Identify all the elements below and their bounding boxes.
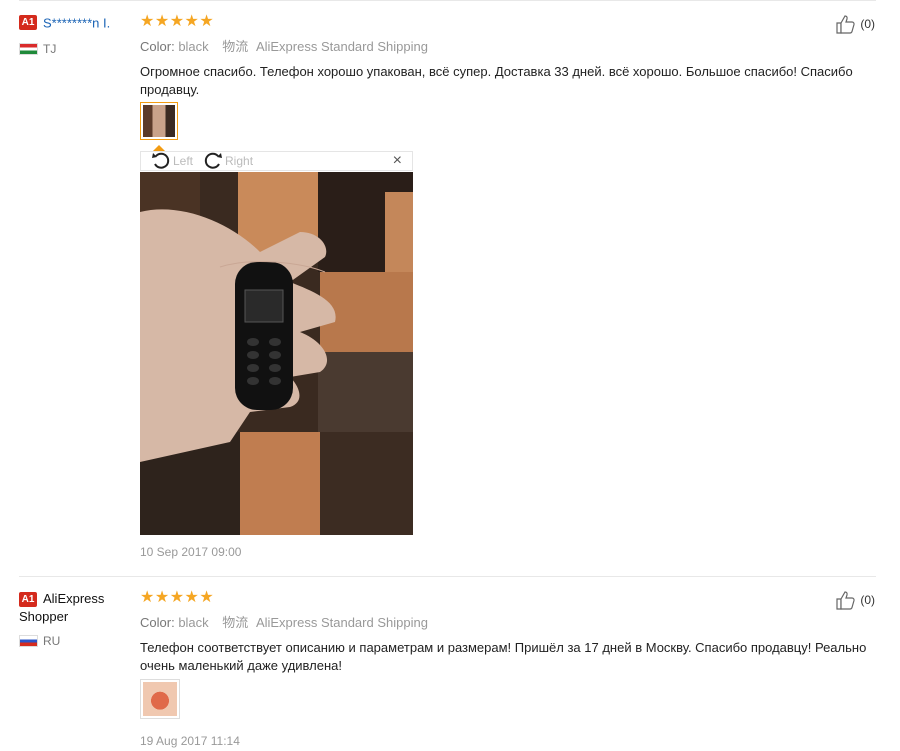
review-text: Телефон соответствует описанию и парамет… <box>140 640 867 673</box>
rotate-left-button[interactable]: Left <box>151 152 193 170</box>
reviewer-info: A1 S********n I. TJ <box>19 14 134 56</box>
shipping-method: AliExpress Standard Shipping <box>255 39 428 54</box>
rotate-left-icon <box>152 152 170 169</box>
thumbnail-image <box>143 682 177 716</box>
rotate-right-icon <box>204 152 223 169</box>
likes-count: (0) <box>860 593 875 607</box>
buyer-level-badge: A1 <box>19 591 37 607</box>
buyer-level-badge: A1 <box>19 15 37 31</box>
review-date: 19 Aug 2017 11:14 <box>140 734 240 748</box>
reviewer-name-line1: AliExpress <box>43 591 105 606</box>
review-photo-large[interactable] <box>140 172 413 535</box>
review-date: 10 Sep 2017 09:00 <box>140 545 242 559</box>
color-value: black <box>178 39 209 54</box>
helpful-button[interactable]: (0) <box>835 590 875 610</box>
review-meta: Color: black 物流 AliExpress Standard Ship… <box>140 612 880 631</box>
phone-in-hand-photo <box>140 172 413 535</box>
color-value: black <box>178 615 209 630</box>
rotate-right-label: Right <box>225 154 254 168</box>
shipping-method: AliExpress Standard Shipping <box>255 615 428 630</box>
review-text: Огромное спасибо. Телефон хорошо упакова… <box>140 64 853 97</box>
rating-stars: ★★★★★ <box>140 13 215 30</box>
reviewer-info: A1 AliExpress Shopper RU <box>19 590 134 650</box>
thumbs-up-icon <box>836 15 855 34</box>
flag-ru-icon <box>19 635 38 648</box>
reviewer-name-line2: Shopper <box>19 609 69 625</box>
rotate-right-button[interactable]: Right <box>203 152 253 170</box>
shipping-icon: 物流 <box>222 39 249 54</box>
close-icon[interactable]: × <box>393 152 402 170</box>
top-divider <box>19 0 876 1</box>
reviewer-country: TJ <box>19 42 134 56</box>
shipping-icon: 物流 <box>222 615 249 630</box>
rotate-left-label: Left <box>173 154 194 168</box>
reviewer-country: RU <box>19 632 134 650</box>
review-content: ★★★★★ Color: black 物流 AliExpress Standar… <box>140 590 880 675</box>
review-content: ★★★★★ Color: black 物流 AliExpress Standar… <box>140 14 880 99</box>
review-divider <box>19 576 876 577</box>
flag-tj-icon <box>19 43 38 55</box>
review-photo-thumbnail[interactable] <box>140 102 178 140</box>
thumbnail-image <box>143 105 175 137</box>
color-label: Color: <box>140 615 175 630</box>
helpful-button[interactable]: (0) <box>835 14 875 34</box>
thumbs-up-icon <box>836 591 855 610</box>
likes-count: (0) <box>860 17 875 31</box>
review-meta: Color: black 物流 AliExpress Standard Ship… <box>140 36 880 55</box>
review-photo-thumbnail[interactable] <box>140 679 180 719</box>
country-code: TJ <box>43 42 57 56</box>
country-code: RU <box>43 634 61 649</box>
rating-stars: ★★★★★ <box>140 589 215 606</box>
reviewer-name[interactable]: S********n I. <box>43 15 110 30</box>
color-label: Color: <box>140 39 175 54</box>
photo-viewer-toolbar: Left Right × <box>140 151 413 171</box>
